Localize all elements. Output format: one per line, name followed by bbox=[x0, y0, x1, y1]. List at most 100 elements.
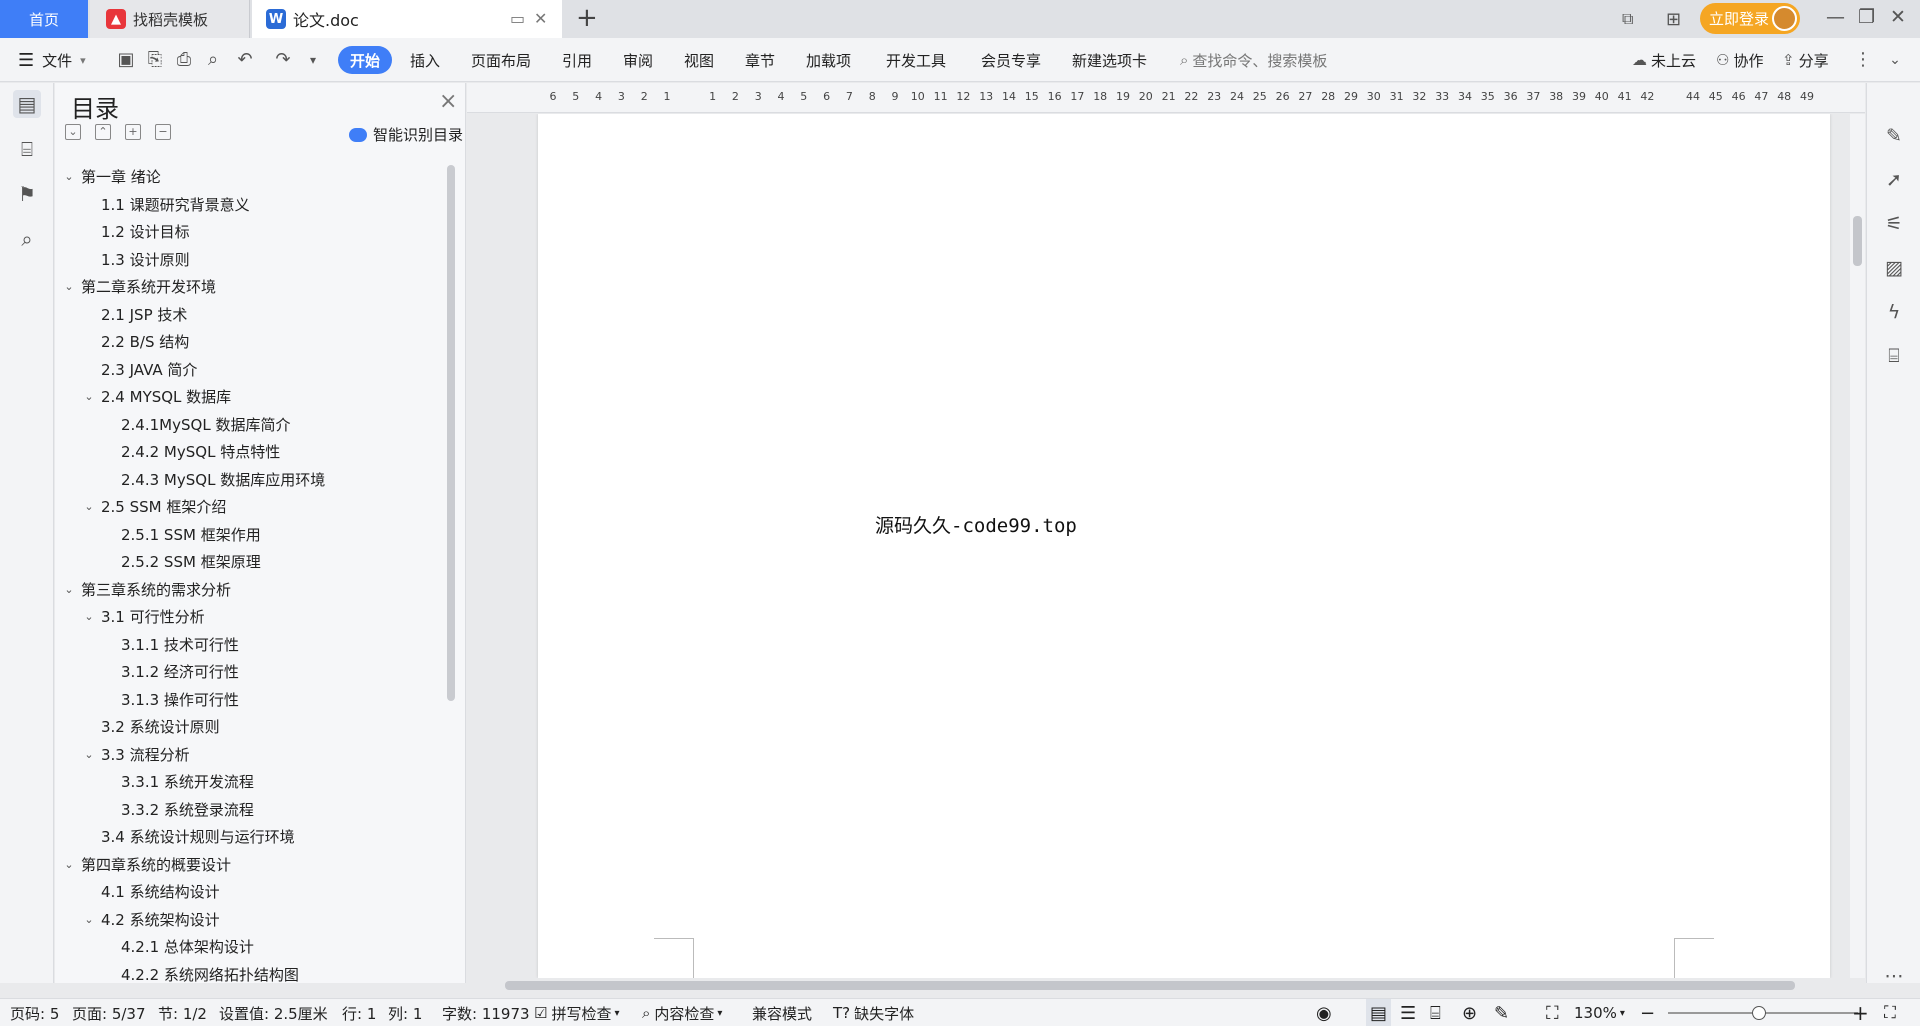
toc-item[interactable]: 3.3.2 系统登录流程 bbox=[121, 796, 254, 824]
toc-item[interactable]: 2.4.3 MySQL 数据库应用环境 bbox=[121, 466, 325, 494]
status-page[interactable]: 页面: 5/37 bbox=[72, 999, 146, 1026]
toc-item[interactable]: 2.2 B/S 结构 bbox=[101, 328, 189, 356]
tab-start[interactable]: 开始 bbox=[338, 46, 393, 74]
remove-heading-icon[interactable]: − bbox=[155, 124, 171, 140]
share-button[interactable]: ⇪ 分享 bbox=[1782, 38, 1829, 82]
restore-icon[interactable]: ❐ bbox=[1858, 6, 1875, 28]
tab-document[interactable]: W 论文.doc ▭ ✕ bbox=[252, 0, 562, 38]
toc-item[interactable]: 3.4 系统设计规则与运行环境 bbox=[101, 823, 295, 851]
tab-review[interactable]: 审阅 bbox=[623, 38, 653, 82]
minimize-icon[interactable]: — bbox=[1826, 6, 1845, 28]
chevron-down-icon[interactable]: ⌄ bbox=[81, 610, 97, 623]
toc-item[interactable]: 2.5.2 SSM 框架原理 bbox=[121, 548, 261, 576]
toc-item[interactable]: 3.1.1 技术可行性 bbox=[121, 631, 239, 659]
tab-new[interactable]: 新建选项卡 bbox=[1072, 38, 1147, 82]
toc-item[interactable]: 1.3 设计原则 bbox=[101, 246, 190, 274]
login-button[interactable]: 立即登录 bbox=[1700, 3, 1800, 34]
collapse-all-icon[interactable]: ⌃ bbox=[95, 124, 111, 140]
document-page[interactable]: 源码久久-code99.top bbox=[538, 114, 1830, 978]
edit-view-icon[interactable]: ✎ bbox=[1494, 999, 1509, 1026]
navigation-icon[interactable]: ⌸ bbox=[13, 135, 41, 163]
zoom-in-icon[interactable]: + bbox=[1852, 999, 1869, 1026]
toc-item[interactable]: 1.2 设计目标 bbox=[101, 218, 190, 246]
toc-scrollbar[interactable] bbox=[447, 165, 455, 701]
page-view-icon[interactable]: ▤ bbox=[1366, 999, 1392, 1026]
tab-page-layout[interactable]: 页面布局 bbox=[471, 38, 531, 82]
toc-item[interactable]: ⌄ 第一章 绪论 bbox=[61, 163, 160, 191]
tab-developer[interactable]: 开发工具 bbox=[886, 38, 946, 82]
vertical-scroll-thumb[interactable] bbox=[1853, 216, 1862, 266]
close-tab-icon[interactable]: ✕ bbox=[534, 9, 547, 28]
add-heading-icon[interactable]: + bbox=[125, 124, 141, 140]
missing-font-button[interactable]: T? 缺失字体 bbox=[833, 999, 914, 1026]
toc-item[interactable]: 3.3.1 系统开发流程 bbox=[121, 768, 254, 796]
toc-item[interactable]: ⌄ 3.3 流程分析 bbox=[81, 741, 189, 769]
zoom-level[interactable]: 130% ▾ bbox=[1574, 999, 1625, 1026]
toc-item[interactable]: 4.2.2 系统网络拓扑结构图 bbox=[121, 961, 299, 989]
customize-chevron-icon[interactable]: ▾ bbox=[302, 49, 324, 71]
toc-item[interactable]: ⌄ 2.5 SSM 框架介绍 bbox=[81, 493, 226, 521]
toc-panel-icon[interactable]: ▤ bbox=[13, 90, 41, 118]
book-icon[interactable]: ⌸ bbox=[1881, 343, 1907, 369]
chevron-down-icon[interactable]: ⌄ bbox=[61, 858, 77, 871]
pointer-icon[interactable]: ➚ bbox=[1881, 167, 1907, 193]
close-icon[interactable]: × bbox=[439, 89, 457, 114]
save-icon[interactable]: ▣ bbox=[115, 49, 137, 71]
toc-item[interactable]: 2.4.2 MySQL 特点特性 bbox=[121, 438, 280, 466]
more-icon[interactable]: ⋯ bbox=[1881, 963, 1907, 989]
tab-home[interactable]: 首页 bbox=[0, 0, 88, 38]
bookmark-icon[interactable]: ⚑ bbox=[13, 180, 41, 208]
toc-item[interactable]: 3.1.3 操作可行性 bbox=[121, 686, 239, 714]
pin-icon[interactable]: ▭ bbox=[510, 9, 525, 28]
chevron-down-icon[interactable]: ⌄ bbox=[81, 913, 97, 926]
collab-button[interactable]: ⚇ 协作 bbox=[1716, 38, 1763, 82]
tab-member[interactable]: 会员专享 bbox=[981, 38, 1041, 82]
chevron-down-icon[interactable]: ⌄ bbox=[61, 583, 77, 596]
toc-item[interactable]: ⌄ 2.4 MYSQL 数据库 bbox=[81, 383, 231, 411]
toc-item[interactable]: ⌄ 第二章系统开发环境 bbox=[61, 273, 216, 301]
file-menu[interactable]: ☰ 文件 ▾ bbox=[18, 38, 86, 82]
smart-toc-button[interactable]: 智能识别目录 bbox=[349, 124, 463, 145]
tab-template[interactable]: ▲ 找稻壳模板 bbox=[90, 0, 250, 38]
tab-addins[interactable]: 加载项 bbox=[806, 38, 851, 82]
lightning-icon[interactable]: ϟ bbox=[1881, 299, 1907, 325]
zoom-slider-knob[interactable] bbox=[1752, 1006, 1766, 1020]
zoom-out-icon[interactable]: − bbox=[1640, 999, 1655, 1026]
chevron-down-icon[interactable]: ⌄ bbox=[81, 748, 97, 761]
outline-view-icon[interactable]: ☰ bbox=[1400, 999, 1416, 1026]
pen-icon[interactable]: ✎ bbox=[1881, 123, 1907, 149]
undo-icon[interactable]: ↶ bbox=[234, 49, 256, 71]
toc-item[interactable]: 3.2 系统设计原则 bbox=[101, 713, 220, 741]
tab-chapter[interactable]: 章节 bbox=[745, 38, 775, 82]
expand-all-icon[interactable]: ⌄ bbox=[65, 124, 81, 140]
spell-check-button[interactable]: ☑ 拼写检查 ▾ bbox=[534, 999, 620, 1026]
tab-insert[interactable]: 插入 bbox=[410, 38, 440, 82]
toc-item[interactable]: 4.1 系统结构设计 bbox=[101, 878, 220, 906]
web-view-icon[interactable]: ⊕ bbox=[1462, 999, 1477, 1026]
horizontal-ruler[interactable]: 6 5 4 3 2 1 1 2 3 4 5 6 7 8 9 10 11 12 13 14 15 16 17 18 19 20 21 2… bbox=[467, 83, 1865, 113]
eye-icon[interactable]: ◉ bbox=[1316, 999, 1332, 1026]
command-search[interactable]: ⌕ 查找命令、搜索模板 bbox=[1180, 38, 1327, 82]
chevron-down-icon[interactable]: ⌄ bbox=[61, 280, 77, 293]
toc-item[interactable]: 2.4.1MySQL 数据库简介 bbox=[121, 411, 290, 439]
tab-view[interactable]: 视图 bbox=[684, 38, 714, 82]
adjust-icon[interactable]: ⚟ bbox=[1881, 211, 1907, 237]
toc-item[interactable]: ⌄ 3.1 可行性分析 bbox=[81, 603, 204, 631]
layout-icon[interactable]: ⧉ bbox=[1622, 0, 1633, 38]
print-icon[interactable]: ⎙ bbox=[173, 49, 195, 71]
redo-icon[interactable]: ↷ bbox=[272, 49, 294, 71]
find-icon[interactable]: ⌕ bbox=[13, 225, 41, 253]
horizontal-scroll-thumb[interactable] bbox=[505, 981, 1795, 990]
fullscreen-icon[interactable]: ⛶ bbox=[1884, 999, 1896, 1026]
status-words[interactable]: 字数: 11973 bbox=[442, 999, 530, 1026]
print-preview-icon[interactable]: ⌕ bbox=[202, 49, 224, 71]
fit-page-icon[interactable]: ⛶ bbox=[1546, 999, 1559, 1026]
toc-item[interactable]: 3.1.2 经济可行性 bbox=[121, 658, 239, 686]
toc-item[interactable]: 4.2.1 总体架构设计 bbox=[121, 933, 254, 961]
toc-item[interactable]: ⌄ 4.2 系统架构设计 bbox=[81, 906, 219, 934]
horizontal-scrollbar[interactable] bbox=[485, 978, 1830, 992]
apps-grid-icon[interactable]: ⊞ bbox=[1666, 0, 1681, 38]
toc-item[interactable]: 1.1 课题研究背景意义 bbox=[101, 191, 250, 219]
chevron-down-icon[interactable]: ⌄ bbox=[61, 170, 77, 183]
toc-item[interactable]: ⌄ 第四章系统的概要设计 bbox=[61, 851, 231, 879]
